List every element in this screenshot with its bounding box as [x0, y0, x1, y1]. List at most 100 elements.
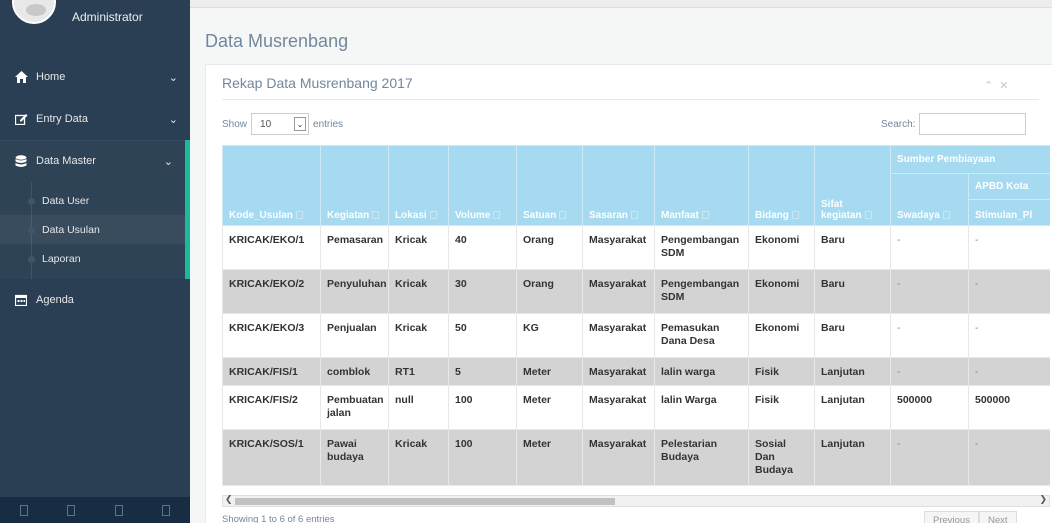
- column-header-kegiatan[interactable]: Kegiatan: [320, 145, 389, 226]
- scroll-right-icon[interactable]: ❯: [1039, 495, 1047, 505]
- entries-value: 10: [260, 118, 272, 130]
- sort-icon: [295, 211, 303, 220]
- table-cell: Meter: [516, 429, 583, 487]
- table-cell: Meter: [516, 356, 583, 387]
- table-cell: -: [968, 225, 1050, 270]
- table-cell: 500000: [968, 385, 1050, 431]
- next-button[interactable]: Next: [978, 511, 1017, 523]
- page-title: Data Musrenbang: [205, 31, 349, 51]
- sidebar-item-data-master[interactable]: Data Master ⌄: [0, 140, 190, 182]
- table-cell: 500000: [890, 385, 969, 431]
- close-icon[interactable]: ✕: [999, 79, 1014, 92]
- table-row[interactable]: KRICAK/EKO/1 Pemasaran Kricak 40 Orang Masyar…: [222, 225, 1050, 270]
- table-cell: Lanjutan: [814, 356, 891, 387]
- entries-select[interactable]: 10 ⌄: [251, 113, 310, 135]
- sort-icon: [372, 211, 380, 220]
- table-cell: KRICAK/FIS/1: [222, 356, 321, 387]
- column-header-manfaat[interactable]: Manfaat: [654, 145, 749, 226]
- chevron-down-icon: ⌄: [163, 155, 173, 168]
- divider: [222, 99, 1039, 100]
- group-header-sumber-pembiayaan: Sumber Pembiayaan: [890, 145, 1050, 174]
- table-cell: -: [968, 429, 1050, 487]
- column-header-bidang[interactable]: Bidang: [748, 145, 815, 226]
- sort-icon: [429, 211, 437, 220]
- avatar[interactable]: [12, 0, 56, 24]
- table-cell: -: [968, 269, 1050, 314]
- column-header-lokasi[interactable]: Lokasi: [388, 145, 449, 226]
- column-header-sasaran[interactable]: Sasaran: [582, 145, 655, 226]
- collapse-icon[interactable]: ⌃: [984, 79, 999, 92]
- panel-tools: ⌃✕: [984, 79, 1014, 92]
- table-cell: -: [890, 429, 969, 487]
- pagination: Previous Next: [924, 511, 1017, 523]
- table-cell: Pembuatan jalan: [320, 385, 389, 431]
- table-cell: Baru: [814, 313, 891, 358]
- profile: Administrator: [0, 0, 190, 40]
- table-cell: -: [968, 356, 1050, 387]
- table-row[interactable]: KRICAK/EKO/3 Penjualan Kricak 50 KG Masyaraka…: [222, 313, 1050, 358]
- table-cell: KRICAK/EKO/1: [222, 225, 321, 270]
- sidebar-footer: [0, 497, 190, 523]
- table-cell: 100: [448, 429, 517, 487]
- edit-icon: [14, 112, 28, 126]
- sidebar-subitem-laporan[interactable]: Laporan: [0, 244, 185, 273]
- search-input[interactable]: [919, 113, 1027, 135]
- previous-button[interactable]: Previous: [924, 511, 979, 523]
- sidebar: Administrator Home ⌄ Entry Data ⌄ Data M…: [0, 0, 190, 523]
- group-header-apbd-kota: APBD Kota: [968, 173, 1050, 200]
- table-cell: lalin warga: [654, 356, 749, 387]
- table-cell: Masyarakat: [582, 356, 655, 387]
- table-cell: Sosial Dan Budaya: [748, 429, 815, 487]
- table-cell: RT1: [388, 356, 449, 387]
- table-cell: KRICAK/EKO/2: [222, 269, 321, 314]
- table-cell: -: [890, 356, 969, 387]
- sort-icon: [493, 211, 501, 220]
- sidebar-item-entry-data[interactable]: Entry Data ⌄: [0, 98, 190, 140]
- sidebar-item-agenda[interactable]: Agenda: [0, 279, 190, 321]
- table-cell: 40: [448, 225, 517, 270]
- column-header-sifat-kegiatan[interactable]: Sifat kegiatan: [814, 145, 891, 226]
- entries-length-control: Show 10 ⌄ entries: [222, 113, 343, 135]
- column-header-swadaya[interactable]: Swadaya: [890, 173, 969, 226]
- table-row[interactable]: KRICAK/EKO/2 Penyuluhan Kricak 30 Orang Masya…: [222, 269, 1050, 314]
- table-cell: Masyarakat: [582, 429, 655, 487]
- bullet-icon: [28, 256, 35, 263]
- scrollbar-thumb[interactable]: [235, 498, 615, 505]
- column-header-kode-usulan[interactable]: Kode_Usulan: [222, 145, 321, 226]
- table-cell: 5: [448, 356, 517, 387]
- table-cell: Penjualan: [320, 313, 389, 358]
- chevron-down-icon: ⌄: [294, 117, 307, 131]
- search-label: Search:: [881, 118, 916, 130]
- sidebar-subitem-data-usulan[interactable]: Data Usulan: [0, 215, 185, 244]
- table-row[interactable]: KRICAK/SOS/1 Pawai budaya Kricak 100 Meter Ma…: [222, 429, 1050, 487]
- logout-icon[interactable]: [162, 504, 171, 516]
- table-cell: Pemasukan Dana Desa: [654, 313, 749, 358]
- sidebar-item-label: Agenda: [36, 294, 74, 306]
- table-cell: Orang: [516, 269, 583, 314]
- table-cell: Masyarakat: [582, 269, 655, 314]
- table-cell: -: [890, 313, 969, 358]
- fullscreen-icon[interactable]: [67, 504, 76, 516]
- table-cell: Ekonomi: [748, 313, 815, 358]
- table-container: Kode_Usulan Kegiatan Lokasi Volume Satua…: [222, 145, 1050, 488]
- column-header-stimulan[interactable]: Stimulan_Pl: [968, 199, 1050, 226]
- table-row[interactable]: KRICAK/FIS/2 Pembuatan jalan null 100 Meter M…: [222, 385, 1050, 431]
- scroll-left-icon[interactable]: ❮: [225, 495, 233, 505]
- table-row[interactable]: KRICAK/FIS/1 comblok RT1 5 Meter Masyarakat la…: [222, 356, 1050, 387]
- table-cell: Kricak: [388, 429, 449, 487]
- data-master-submenu: Data User Data Usulan Laporan: [0, 182, 190, 279]
- table-cell: KRICAK/SOS/1: [222, 429, 321, 487]
- horizontal-scrollbar[interactable]: ❮ ❯: [222, 495, 1050, 507]
- column-header-volume[interactable]: Volume: [448, 145, 517, 226]
- settings-icon[interactable]: [19, 504, 28, 516]
- entries-label: entries: [313, 118, 344, 130]
- table-cell: KG: [516, 313, 583, 358]
- sidebar-item-home[interactable]: Home ⌄: [0, 56, 190, 98]
- bullet-icon: [28, 227, 35, 234]
- data-table: Kode_Usulan Kegiatan Lokasi Volume Satua…: [222, 145, 1050, 487]
- table-cell: Pengembangan SDM: [654, 269, 749, 314]
- table-cell: Penyuluhan: [320, 269, 389, 314]
- sidebar-subitem-data-user[interactable]: Data User: [0, 186, 185, 215]
- lock-icon[interactable]: [114, 504, 123, 516]
- column-header-satuan[interactable]: Satuan: [516, 145, 583, 226]
